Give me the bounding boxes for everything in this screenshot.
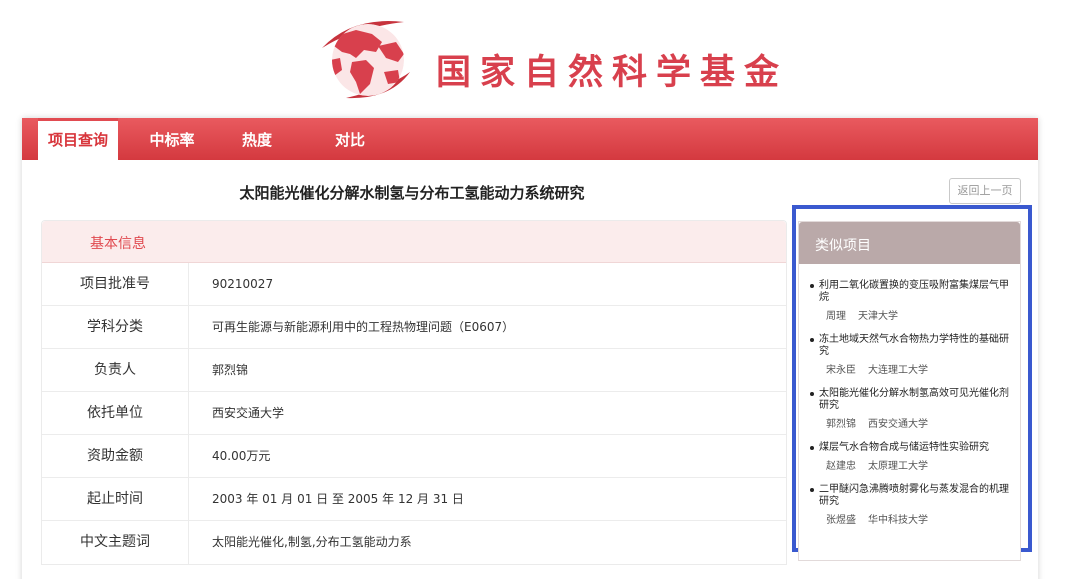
project-institution: 西安交通大学	[868, 419, 928, 430]
globe-map-icon	[322, 21, 410, 99]
basic-info-title: 基本信息	[90, 236, 146, 252]
row-label: 资助金额	[42, 435, 189, 477]
row-value: 可再生能源与新能源利用中的工程热物理问题（E0607）	[212, 320, 515, 334]
list-item[interactable]: 利用二氧化碳置换的变压吸附富集煤层气甲烷 周理 天津大学	[809, 280, 1009, 322]
basic-info-header: 基本信息	[42, 221, 786, 263]
list-item[interactable]: 冻土地域天然气水合物热力学特性的基础研究 宋永臣 大连理工大学	[809, 334, 1009, 376]
table-row: 起止时间 2003 年 01 月 01 日 至 2005 年 12 月 31 日	[42, 478, 786, 521]
row-value: 西安交通大学	[212, 406, 285, 420]
project-institution: 天津大学	[858, 311, 898, 322]
row-label: 依托单位	[42, 392, 189, 434]
tab-compare[interactable]: 对比	[318, 118, 382, 160]
site-logo: 国家自然科学基金	[312, 12, 779, 102]
table-row: 资助金额 40.00万元	[42, 435, 786, 478]
project-title: 太阳能光催化分解水制氢与分布工氢能动力系统研究	[239, 184, 585, 202]
tab-popularity[interactable]: 热度	[225, 118, 289, 160]
project-leader: 宋永臣	[826, 365, 856, 376]
row-value: 太阳能光催化,制氢,分布工氢能动力系	[212, 535, 412, 549]
similar-project-title[interactable]: 煤层气水合物合成与储运特性实验研究	[809, 442, 1009, 454]
basic-info-table: 基本信息 项目批准号 90210027 学科分类 可再生能源与新能源利用中的工程…	[41, 220, 787, 565]
project-institution: 大连理工大学	[868, 365, 928, 376]
table-row: 依托单位 西安交通大学	[42, 392, 786, 435]
nav-bar: 项目查询 中标率 热度 对比	[22, 118, 1038, 160]
similar-projects-panel: 类似项目 利用二氧化碳置换的变压吸附富集煤层气甲烷 周理 天津大学 冻土地域天然气…	[798, 221, 1021, 561]
row-value: 2003 年 01 月 01 日 至 2005 年 12 月 31 日	[212, 492, 464, 506]
project-leader: 张煜盛	[826, 515, 856, 526]
similar-projects-header: 类似项目	[799, 222, 1020, 264]
list-item[interactable]: 太阳能光催化分解水制氢高效可见光催化剂研究 郭烈锦 西安交通大学	[809, 388, 1009, 430]
project-leader: 周理	[826, 311, 846, 322]
row-value: 90210027	[212, 277, 274, 291]
list-item[interactable]: 煤层气水合物合成与储运特性实验研究 赵建忠 太原理工大学	[809, 442, 1009, 472]
similar-project-title[interactable]: 二甲醚闪急沸腾喷射雾化与蒸发混合的机理研究	[809, 484, 1009, 508]
list-item[interactable]: 二甲醚闪急沸腾喷射雾化与蒸发混合的机理研究 张煜盛 华中科技大学	[809, 484, 1009, 526]
project-leader: 赵建忠	[826, 461, 856, 472]
table-row: 负责人 郭烈锦	[42, 349, 786, 392]
project-institution: 太原理工大学	[868, 461, 928, 472]
project-leader: 郭烈锦	[826, 419, 856, 430]
logo-title: 国家自然科学基金	[436, 53, 789, 93]
table-row: 学科分类 可再生能源与新能源利用中的工程热物理问题（E0607）	[42, 306, 786, 349]
tab-project-query[interactable]: 项目查询	[38, 118, 118, 160]
similar-projects-list: 利用二氧化碳置换的变压吸附富集煤层气甲烷 周理 天津大学 冻土地域天然气水合物热力…	[809, 280, 1009, 538]
similar-projects-title: 类似项目	[815, 238, 871, 254]
similar-project-title[interactable]: 冻土地域天然气水合物热力学特性的基础研究	[809, 334, 1009, 358]
row-label: 学科分类	[42, 306, 189, 348]
row-label: 中文主题词	[42, 521, 189, 564]
similar-project-title[interactable]: 利用二氧化碳置换的变压吸附富集煤层气甲烷	[809, 280, 1009, 304]
tab-win-rate[interactable]: 中标率	[132, 118, 212, 160]
similar-project-title[interactable]: 太阳能光催化分解水制氢高效可见光催化剂研究	[809, 388, 1009, 412]
back-button[interactable]: 返回上一页	[949, 178, 1021, 204]
table-row: 项目批准号 90210027	[42, 263, 786, 306]
row-label: 负责人	[42, 349, 189, 391]
row-label: 项目批准号	[42, 263, 189, 305]
row-value: 40.00万元	[212, 449, 271, 463]
table-row: 中文主题词 太阳能光催化,制氢,分布工氢能动力系	[42, 521, 786, 564]
row-label: 起止时间	[42, 478, 189, 520]
row-value: 郭烈锦	[212, 363, 249, 377]
project-institution: 华中科技大学	[868, 515, 928, 526]
